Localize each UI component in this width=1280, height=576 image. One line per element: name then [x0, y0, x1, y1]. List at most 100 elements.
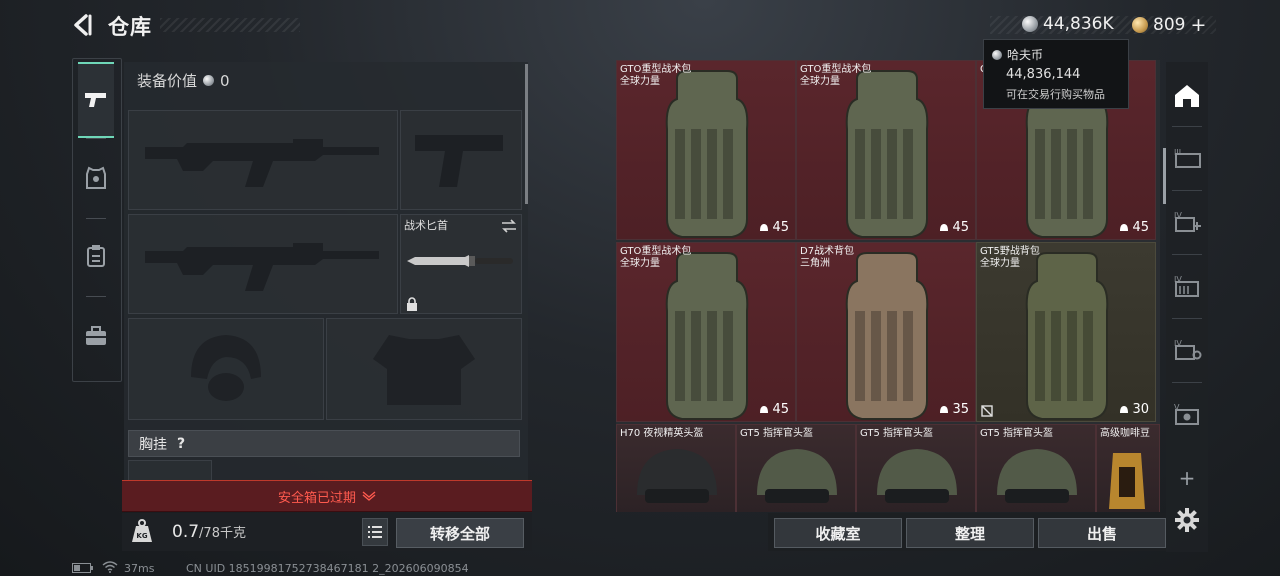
- chest-rig-slot[interactable]: 胸挂 ?: [128, 430, 520, 457]
- storage-item[interactable]: H70 夜视精英头盔: [616, 424, 736, 512]
- item-durability: 45: [939, 220, 969, 235]
- helmet-icon: [637, 449, 717, 503]
- storage-grid: GTO重型战术包全球力量45GTO重型战术包全球力量45GTO重型战术包45GT…: [616, 60, 1160, 512]
- ping-value: 37ms: [124, 562, 155, 575]
- pistol-slot[interactable]: [400, 110, 522, 210]
- safe-box-expired-text: 安全箱已过期: [277, 490, 356, 506]
- sidebar-divider: [1172, 382, 1202, 383]
- tab-supplies[interactable]: [78, 300, 114, 372]
- storage-item[interactable]: GTO重型战术包 全球力量 45: [616, 60, 796, 240]
- haf-coin-icon: [992, 49, 1002, 60]
- sidebar-item-tier-3[interactable]: III: [1168, 128, 1206, 188]
- lock-icon: [407, 297, 417, 311]
- add-gold-button[interactable]: +: [1190, 14, 1206, 36]
- storage-item[interactable]: GT5野战背包 全球力量 30: [976, 242, 1156, 422]
- backpack-icon: [845, 252, 929, 420]
- user-uid: CN UID 18519981752738467181 2_2026060908…: [186, 562, 469, 575]
- body-armor-slot[interactable]: [326, 318, 522, 420]
- item-name: GT5 指挥官头盔: [740, 428, 814, 439]
- item-durability: 45: [759, 402, 789, 417]
- currency-tooltip: 哈夫币 44,836,144 可在交易行购买物品: [983, 39, 1129, 109]
- sidebar-divider: [1172, 190, 1202, 191]
- gold-amount: 809: [1153, 15, 1186, 35]
- chest-rig-item-slot[interactable]: [128, 460, 212, 482]
- svg-text:IV: IV: [1174, 339, 1182, 348]
- sidebar-item-tier-4[interactable]: IV: [1168, 256, 1206, 316]
- item-durability: 35: [939, 402, 969, 417]
- backpack-icon: [1025, 252, 1109, 420]
- settings-button[interactable]: [1168, 494, 1206, 546]
- helmet-small-icon: [760, 223, 769, 231]
- list-view-button[interactable]: [362, 518, 388, 546]
- item-name: GTO重型战术包: [620, 64, 692, 75]
- storage-tier-4-settings-icon: IV: [1174, 339, 1202, 360]
- safe-box-expired-banner[interactable]: 安全箱已过期: [122, 480, 532, 512]
- gold-coin-icon: [1132, 17, 1148, 33]
- tab-gear[interactable]: [78, 220, 114, 292]
- item-name: GTO重型战术包: [620, 246, 692, 257]
- silver-currency[interactable]: 44,836K: [1022, 14, 1114, 34]
- armor-silhouette-icon: [373, 335, 475, 405]
- knife-slot[interactable]: 战术匕首: [400, 214, 522, 314]
- primary-weapon-slot[interactable]: [128, 110, 398, 210]
- item-durability-value: 30: [1132, 402, 1149, 417]
- storage-item[interactable]: GT5 指挥官头盔: [736, 424, 856, 512]
- gear-icon: [1175, 508, 1199, 532]
- helmet-slot[interactable]: [128, 318, 324, 420]
- storage-tier-4-icon: IV: [1174, 275, 1199, 297]
- sidebar-item-tier-5[interactable]: V: [1168, 384, 1206, 444]
- swap-icon[interactable]: [501, 219, 517, 233]
- sidebar-item-tier-4-settings[interactable]: IV: [1168, 320, 1206, 380]
- clipboard-icon: [87, 245, 105, 267]
- sidebar-item-home[interactable]: [1168, 66, 1206, 126]
- sidebar-item-tier-4-add[interactable]: IV: [1168, 192, 1206, 252]
- chest-rig-label: 胸挂: [139, 436, 167, 453]
- helmet-icon: [757, 449, 837, 503]
- collection-room-button[interactable]: 收藏室: [774, 518, 902, 548]
- home-icon: [1175, 85, 1199, 107]
- tooltip-description: 可在交易行购买物品: [1006, 88, 1105, 101]
- helmet-small-icon: [940, 405, 949, 413]
- gold-currency[interactable]: 809 +: [1132, 14, 1206, 36]
- storage-item[interactable]: 高级咖啡豆: [1096, 424, 1160, 512]
- armor-vest-icon: [86, 166, 106, 189]
- storage-item[interactable]: D7战术背包 三角洲 35: [796, 242, 976, 422]
- storage-tier-3-icon: III: [1174, 148, 1201, 168]
- equipment-value: 装备价值 0: [137, 70, 230, 91]
- storage-item[interactable]: GTO重型战术包 全球力量 45: [616, 242, 796, 422]
- transfer-all-button[interactable]: 转移全部: [396, 518, 524, 548]
- title-decoration: [160, 18, 300, 32]
- storage-tier-4-add-icon: IV: [1174, 211, 1201, 232]
- helmet-small-icon: [760, 405, 769, 413]
- item-durability: 45: [1119, 220, 1149, 235]
- sidebar-divider: [1172, 126, 1202, 127]
- backpack-icon: [665, 252, 749, 420]
- storage-item[interactable]: GT5 指挥官头盔: [976, 424, 1096, 512]
- item-name: 高级咖啡豆: [1100, 428, 1150, 439]
- svg-text:V: V: [1174, 403, 1180, 412]
- storage-item[interactable]: GT5 指挥官头盔: [856, 424, 976, 512]
- item-name: GT5 指挥官头盔: [860, 428, 934, 439]
- storage-item[interactable]: GTO重型战术包 全球力量 45: [796, 60, 976, 240]
- tab-armor[interactable]: [78, 142, 114, 214]
- helmet-icon: [997, 449, 1077, 503]
- item-name: GT5野战背包: [980, 246, 1040, 257]
- back-button[interactable]: [70, 12, 96, 38]
- knife-label: 战术匕首: [404, 219, 448, 232]
- chest-rig-help-icon[interactable]: ?: [177, 436, 185, 452]
- tooltip-title: 哈夫币: [1007, 48, 1044, 62]
- tab-divider: [86, 296, 106, 297]
- rifle-silhouette-icon: [145, 139, 379, 187]
- helmet-silhouette-icon: [191, 335, 261, 401]
- tab-weapons[interactable]: [78, 62, 114, 138]
- tooltip-amount: 44,836,144: [1006, 67, 1081, 82]
- rifle-silhouette-icon: [145, 243, 379, 291]
- sort-button[interactable]: 整理: [906, 518, 1034, 548]
- svg-text:IV: IV: [1174, 211, 1182, 220]
- haf-coin-icon: [203, 75, 215, 86]
- sell-button[interactable]: 出售: [1038, 518, 1166, 548]
- secondary-weapon-slot[interactable]: [128, 214, 398, 314]
- silver-amount: 44,836K: [1043, 14, 1114, 34]
- svg-text:IV: IV: [1174, 275, 1182, 284]
- equipment-scrollbar[interactable]: [525, 64, 528, 204]
